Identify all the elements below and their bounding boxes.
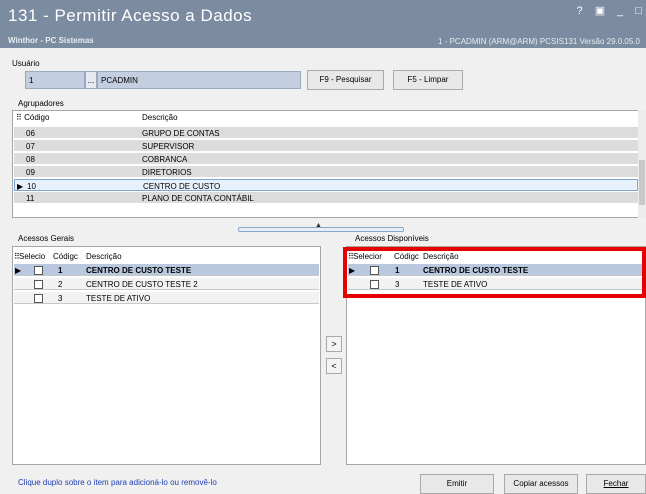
table-row[interactable]: 08 COBRANCA <box>14 153 638 165</box>
table-row[interactable]: 06 GRUPO DE CONTAS <box>14 127 638 139</box>
row-pointer-icon: ▶ <box>15 266 22 275</box>
column-header-code[interactable]: ⠿ Código <box>14 111 140 123</box>
hint-text: Clique duplo sobre o item para adicioná-… <box>18 478 217 487</box>
grid-menu-icon[interactable]: ⠿ <box>16 113 24 122</box>
acessos-disponiveis-label: Acessos Disponíveis <box>355 234 429 243</box>
close-button[interactable]: Fechar <box>586 474 646 494</box>
table-row[interactable]: 11 PLANO DE CONTA CONTÁBIL <box>14 192 638 204</box>
row-pointer-icon: ▶ <box>17 182 24 191</box>
table-row[interactable]: 3 TESTE DE ATIVO <box>14 292 319 304</box>
remove-access-button[interactable]: < <box>326 358 342 374</box>
acessos-gerais-label: Acessos Gerais <box>18 234 75 243</box>
copy-access-button[interactable]: Copiar acessos <box>504 474 578 494</box>
row-checkbox[interactable] <box>34 266 43 275</box>
row-checkbox[interactable] <box>34 294 43 303</box>
row-checkbox[interactable] <box>34 280 43 289</box>
collapse-up-icon[interactable]: ▲ <box>315 222 322 229</box>
agrupadores-label: Agrupadores <box>18 99 64 108</box>
highlight-annotation <box>343 247 646 298</box>
user-lookup-button[interactable]: ... <box>85 71 97 89</box>
column-header-desc[interactable]: Descrição <box>140 111 540 123</box>
window-title: 131 - Permitir Acesso a Dados <box>8 6 253 25</box>
session-info: 1 - PCADMIN (ARM@ARM) PCSIS131 Versão 29… <box>438 37 640 46</box>
search-button[interactable]: F9 - Pesquisar <box>307 70 384 90</box>
title-bar: 131 - Permitir Acesso a Dados Winthor - … <box>0 0 646 48</box>
emit-button[interactable]: Emitir <box>420 474 494 494</box>
clear-button[interactable]: F5 - Limpar <box>393 70 463 90</box>
grid-header: ⠿ Selecio Códigc Descrição <box>14 250 319 262</box>
help-icon[interactable]: ? <box>577 5 583 17</box>
user-name-field: PCADMIN <box>97 71 301 89</box>
minimize-icon[interactable]: _ <box>617 5 623 17</box>
scrollbar-thumb[interactable] <box>639 160 645 205</box>
maximize-icon[interactable]: □ <box>635 5 642 17</box>
add-access-button[interactable]: > <box>326 336 342 352</box>
window-controls: ? ▣ _ □ <box>568 4 643 17</box>
user-label: Usuário <box>12 59 40 68</box>
table-row-selected[interactable]: ▶ 10 CENTRO DE CUSTO <box>14 179 638 191</box>
restore-icon[interactable]: ▣ <box>595 4 605 17</box>
table-row[interactable]: 09 DIRETORIOS <box>14 166 638 178</box>
user-id-field[interactable]: 1 <box>25 71 85 89</box>
table-row[interactable]: 07 SUPERVISOR <box>14 140 638 152</box>
table-row[interactable]: ▶ 1 CENTRO DE CUSTO TESTE <box>14 264 319 276</box>
window-subtitle: Winthor - PC Sistemas <box>8 36 94 45</box>
table-row[interactable]: 2 CENTRO DE CUSTO TESTE 2 <box>14 278 319 290</box>
